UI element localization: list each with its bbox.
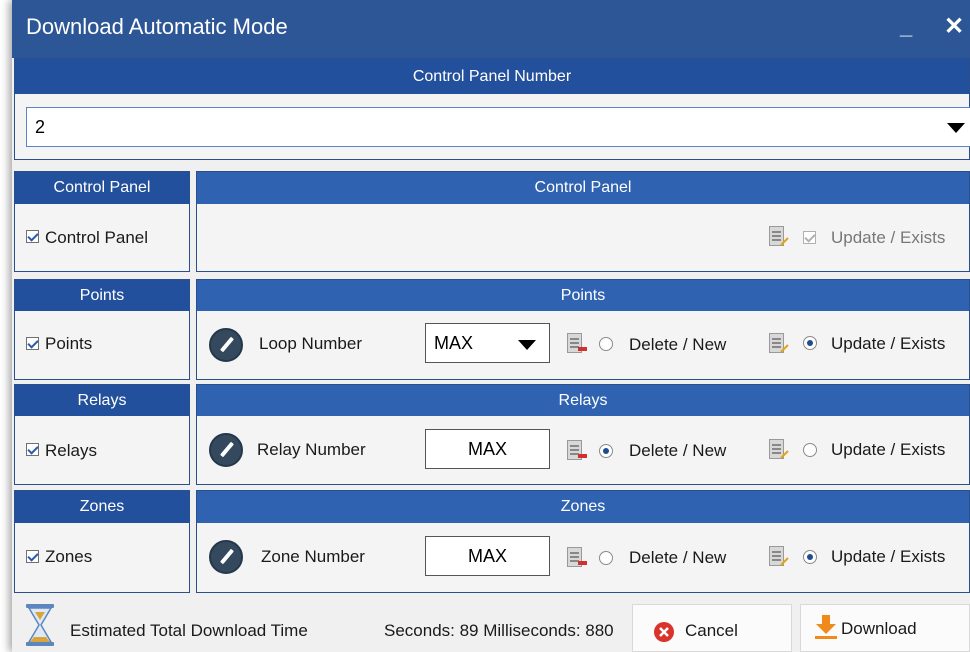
control-panel-update-checkbox[interactable]	[803, 231, 816, 244]
control-panel-left-group: Control Panel Control Panel	[14, 171, 190, 272]
chevron-down-icon[interactable]	[947, 123, 965, 133]
hourglass-icon	[26, 604, 54, 646]
relays-right-header: Relays	[197, 385, 969, 416]
control-panel-left-header: Control Panel	[15, 172, 189, 204]
panel-number-header: Control Panel Number	[15, 59, 969, 94]
relay-number-label: Relay Number	[257, 440, 366, 459]
download-button[interactable]: Download	[800, 604, 970, 652]
points-update-radio[interactable]	[803, 336, 817, 350]
panel-number-select[interactable]: 2	[26, 107, 970, 147]
update-doc-icon	[769, 546, 789, 568]
points-update-label: Update / Exists	[831, 334, 946, 353]
zones-delete-label: Delete / New	[629, 548, 727, 567]
loop-number-value: MAX	[434, 333, 474, 353]
title-bar: Download Automatic Mode _ ✕	[12, 0, 970, 58]
download-icon	[815, 615, 837, 639]
panel-number-value: 2	[35, 117, 46, 137]
relays-update-radio[interactable]	[803, 443, 817, 457]
update-doc-icon	[769, 439, 789, 461]
relays-right-group: Relays Relay Number MAX Delete / New Upd…	[196, 384, 970, 485]
zone-number-label: Zone Number	[261, 547, 365, 566]
delete-doc-icon	[567, 547, 587, 569]
estimate-time-value: Seconds: 89 Milliseconds: 880	[384, 621, 614, 640]
relays-delete-label: Delete / New	[629, 441, 727, 460]
update-doc-icon	[769, 226, 789, 248]
minimize-button[interactable]: _	[900, 14, 912, 40]
pencil-icon[interactable]	[209, 433, 243, 467]
points-delete-radio[interactable]	[599, 337, 613, 351]
control-panel-update-label: Update / Exists	[831, 228, 946, 247]
delete-doc-icon	[567, 440, 587, 462]
control-panel-checkbox[interactable]	[26, 230, 39, 243]
relays-update-label: Update / Exists	[831, 440, 946, 459]
close-button[interactable]: ✕	[944, 12, 964, 41]
zones-delete-radio[interactable]	[599, 551, 613, 565]
relay-number-field[interactable]: MAX	[425, 429, 550, 469]
window-title: Download Automatic Mode	[26, 14, 288, 39]
relays-checkbox-label: Relays	[45, 441, 97, 460]
relays-left-group: Relays Relays	[14, 384, 190, 485]
relays-checkbox[interactable]	[26, 443, 39, 456]
cancel-icon	[654, 622, 674, 642]
loop-number-select[interactable]: MAX	[425, 323, 550, 363]
control-panel-checkbox-label: Control Panel	[45, 228, 149, 247]
points-left-group: Points Points	[14, 279, 190, 380]
points-checkbox[interactable]	[26, 337, 39, 350]
zone-number-field[interactable]: MAX	[425, 536, 550, 576]
pencil-icon[interactable]	[209, 328, 243, 362]
pencil-icon[interactable]	[209, 540, 243, 574]
control-panel-right-header: Control Panel	[197, 172, 969, 204]
zones-right-header: Zones	[197, 491, 969, 523]
zones-right-group: Zones Zone Number MAX Delete / New Updat…	[196, 490, 970, 593]
estimate-label: Estimated Total Download Time	[70, 621, 308, 640]
points-delete-label: Delete / New	[629, 335, 727, 354]
chevron-down-icon[interactable]	[518, 340, 536, 350]
control-panel-right-group: Control Panel Update / Exists	[196, 171, 970, 272]
cancel-button[interactable]: Cancel	[632, 604, 792, 652]
zones-update-radio[interactable]	[803, 550, 817, 564]
zones-update-label: Update / Exists	[831, 547, 946, 566]
relays-delete-radio[interactable]	[599, 444, 613, 458]
download-dialog: Download Automatic Mode _ ✕ Control Pane…	[12, 0, 970, 652]
zones-checkbox[interactable]	[26, 550, 39, 563]
points-right-group: Points Loop Number MAX Delete / New Upda…	[196, 279, 970, 380]
update-doc-icon	[769, 333, 789, 355]
cancel-label: Cancel	[685, 621, 738, 640]
zones-left-header: Zones	[15, 491, 189, 523]
zones-checkbox-label: Zones	[45, 547, 93, 566]
points-checkbox-label: Points	[45, 334, 93, 353]
zones-left-group: Zones Zones	[14, 490, 190, 593]
points-right-header: Points	[197, 280, 969, 311]
delete-doc-icon	[567, 333, 587, 355]
relays-left-header: Relays	[15, 385, 189, 416]
download-label: Download	[841, 619, 917, 638]
points-left-header: Points	[15, 280, 189, 311]
loop-number-label: Loop Number	[259, 334, 363, 353]
